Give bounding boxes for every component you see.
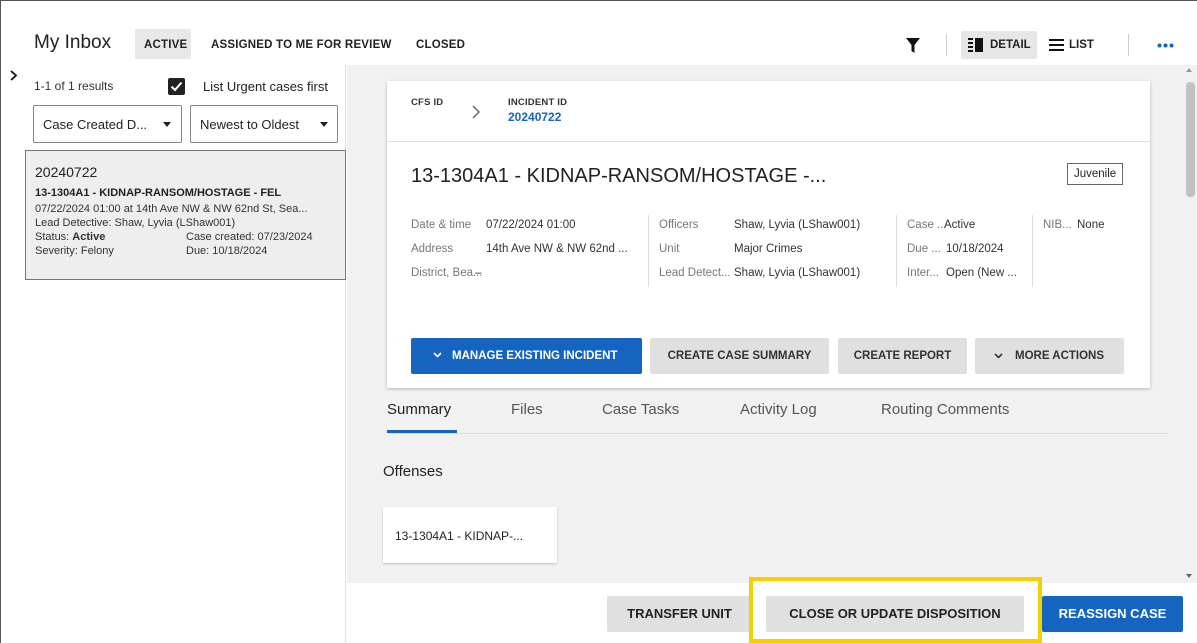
scroll-down-icon[interactable] bbox=[1186, 574, 1192, 578]
sort-order-value: Newest to Oldest bbox=[200, 117, 299, 132]
offense-card[interactable]: 13-1304A1 - KIDNAP-... bbox=[383, 507, 557, 563]
case-status-value: Active bbox=[72, 231, 106, 243]
column-divider bbox=[896, 215, 897, 287]
due-date-label: Due ... bbox=[907, 243, 941, 255]
officers-label: Officers bbox=[659, 219, 699, 231]
scroll-up-icon[interactable] bbox=[1186, 68, 1192, 72]
nibrs-value: None bbox=[1077, 219, 1105, 231]
urgent-first-checkbox[interactable] bbox=[168, 78, 185, 95]
juvenile-badge: Juvenile bbox=[1067, 163, 1124, 185]
due-date-value: 10/18/2024 bbox=[946, 243, 1004, 255]
sort-field-value: Case Created D... bbox=[43, 117, 148, 132]
expand-panel-icon[interactable] bbox=[10, 70, 18, 81]
case-status: Status: Active bbox=[35, 231, 105, 243]
incident-title: 13-1304A1 - KIDNAP-RANSOM/HOSTAGE -... bbox=[411, 165, 827, 187]
create-report-button[interactable]: CREATE REPORT bbox=[838, 338, 967, 374]
offenses-heading: Offenses bbox=[383, 463, 443, 480]
district-label: District, Bea... bbox=[411, 267, 483, 279]
header-divider bbox=[946, 34, 947, 56]
more-actions-button[interactable]: MORE ACTIONS bbox=[975, 338, 1124, 374]
tab-case-tasks[interactable]: Case Tasks bbox=[602, 401, 679, 418]
case-status-label: Status: bbox=[35, 231, 73, 243]
incident-id-label: INCIDENT ID bbox=[508, 97, 568, 108]
transfer-unit-button[interactable]: TRANSFER UNIT bbox=[607, 596, 752, 632]
case-lead-detective: Lead Detective: Shaw, Lyvia (LShaw001) bbox=[35, 217, 236, 229]
unit-label: Unit bbox=[659, 243, 680, 255]
chevron-right-icon bbox=[472, 105, 481, 119]
detail-view-icon bbox=[968, 38, 983, 52]
header-divider bbox=[1128, 34, 1129, 56]
results-count: 1-1 of 1 results bbox=[34, 79, 114, 93]
tab-assigned-to-me-for-review[interactable]: ASSIGNED TO ME FOR REVIEW bbox=[211, 39, 392, 51]
case-id: 20240722 bbox=[35, 164, 98, 180]
scrollbar-thumb[interactable] bbox=[1186, 82, 1195, 197]
case-status-label: Case ... bbox=[907, 219, 947, 231]
more-horizontal-icon[interactable] bbox=[1157, 43, 1174, 48]
case-created: Case created: 07/23/2024 bbox=[186, 231, 313, 243]
chevron-down-icon bbox=[163, 122, 171, 127]
chevron-down-icon bbox=[994, 353, 1003, 359]
offense-label: 13-1304A1 - KIDNAP-... bbox=[395, 529, 524, 543]
internal-status-label: Inter... bbox=[907, 267, 939, 279]
manage-existing-incident-label: MANAGE EXISTING INCIDENT bbox=[452, 350, 618, 362]
unit-value: Major Crimes bbox=[734, 243, 803, 255]
internal-status-value: Open (New ... bbox=[946, 267, 1017, 279]
lead-detective-label: Lead Detect... bbox=[659, 267, 731, 279]
case-title: 13-1304A1 - KIDNAP-RANSOM/HOSTAGE - FEL bbox=[35, 187, 282, 199]
case-list-item[interactable]: 20240722 13-1304A1 - KIDNAP-RANSOM/HOSTA… bbox=[25, 150, 346, 280]
tab-activity-log[interactable]: Activity Log bbox=[740, 401, 817, 418]
more-actions-label: MORE ACTIONS bbox=[1015, 350, 1105, 362]
tab-summary[interactable]: Summary bbox=[387, 401, 451, 418]
tabs-divider bbox=[387, 433, 1167, 434]
filter-icon[interactable] bbox=[906, 38, 920, 53]
manage-existing-incident-button[interactable]: MANAGE EXISTING INCIDENT bbox=[411, 338, 642, 374]
tab-files[interactable]: Files bbox=[511, 401, 543, 418]
divider bbox=[387, 141, 1150, 142]
chevron-down-icon bbox=[320, 122, 328, 127]
case-status-value: Active bbox=[944, 219, 976, 231]
cfs-id-label: CFS ID bbox=[411, 97, 444, 108]
tab-closed[interactable]: CLOSED bbox=[416, 39, 465, 51]
incident-card: CFS ID INCIDENT ID 20240722 13-1304A1 - … bbox=[387, 81, 1150, 388]
case-due: Due: 10/18/2024 bbox=[186, 245, 268, 257]
datetime-label: Date & time bbox=[411, 219, 472, 231]
list-view-icon[interactable] bbox=[1049, 39, 1064, 51]
reassign-case-button[interactable]: REASSIGN CASE bbox=[1042, 596, 1183, 632]
create-case-summary-button[interactable]: CREATE CASE SUMMARY bbox=[650, 338, 829, 374]
address-value: 14th Ave NW & NW 62nd ... bbox=[486, 243, 628, 255]
column-divider bbox=[1032, 215, 1033, 287]
district-value: – bbox=[475, 267, 482, 279]
column-divider bbox=[648, 215, 649, 287]
chevron-down-icon bbox=[433, 352, 442, 358]
urgent-first-label: List Urgent cases first bbox=[203, 79, 328, 94]
datetime-value: 07/22/2024 01:00 bbox=[486, 219, 576, 231]
case-severity: Severity: Felony bbox=[35, 245, 114, 257]
officers-value: Shaw, Lyvia (LShaw001) bbox=[734, 219, 861, 231]
detail-view-label: DETAIL bbox=[990, 39, 1031, 51]
sort-order-select[interactable]: Newest to Oldest bbox=[190, 105, 338, 143]
case-when-where: 07/22/2024 01:00 at 14th Ave NW & NW 62n… bbox=[35, 203, 308, 215]
page-title: My Inbox bbox=[34, 32, 112, 53]
tab-routing-comments[interactable]: Routing Comments bbox=[881, 401, 1009, 418]
list-view-label[interactable]: LIST bbox=[1069, 39, 1094, 51]
nibrs-label: NIB... bbox=[1043, 219, 1072, 231]
tab-active[interactable]: ACTIVE bbox=[144, 39, 187, 51]
highlight-callout bbox=[749, 577, 1042, 643]
lead-detective-value: Shaw, Lyvia (LShaw001) bbox=[734, 267, 861, 279]
address-label: Address bbox=[411, 243, 454, 255]
sort-field-select[interactable]: Case Created D... bbox=[33, 105, 182, 143]
incident-id-link[interactable]: 20240722 bbox=[508, 110, 561, 124]
checkmark-icon bbox=[170, 81, 183, 92]
